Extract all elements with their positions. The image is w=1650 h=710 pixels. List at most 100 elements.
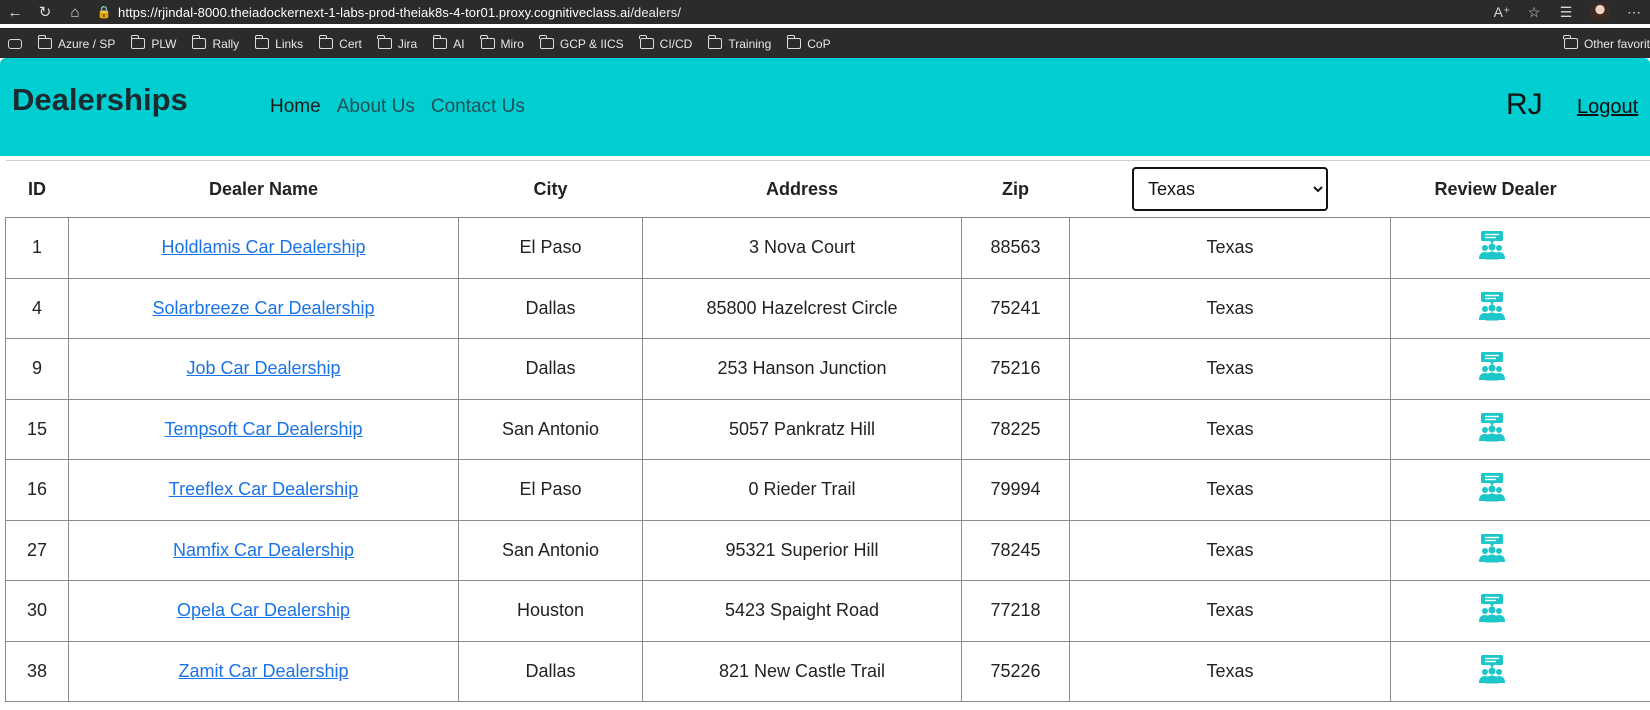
dealers-table: ID Dealer Name City Address Zip Texas Re… (5, 160, 1650, 702)
folder-icon (37, 35, 52, 49)
bookmark-folder[interactable]: Links (254, 35, 304, 51)
cell-zip: 75226 (961, 640, 1070, 702)
bookmark-label: CI/CD (659, 36, 693, 51)
bookmark-label: Links (275, 36, 304, 51)
bookmark-folder[interactable]: Miro (480, 35, 524, 51)
table-row: 38 Zamit Car Dealership Dallas 821 New Cast… (5, 640, 1650, 702)
column-header-zip: Zip (961, 160, 1070, 218)
cell-state: Texas (1069, 459, 1391, 521)
folder-icon (480, 35, 495, 49)
table-row: 4 Solarbreeze Car Dealership Dallas 85800 H… (5, 277, 1650, 339)
favorites-list-icon[interactable]: ☰ (1550, 4, 1582, 21)
bookmark-folder[interactable]: Cert (318, 35, 362, 51)
cell-dealer-name: Namfix Car Dealership (68, 519, 459, 581)
review-people-icon[interactable] (1477, 291, 1507, 326)
column-header-city: City (458, 160, 643, 218)
cell-state: Texas (1069, 217, 1391, 279)
home-icon[interactable]: ⌂ (60, 0, 90, 24)
review-people-icon[interactable] (1477, 593, 1507, 628)
cell-address: 253 Hanson Junction (642, 338, 962, 400)
dealers-table-container: ID Dealer Name City Address Zip Texas Re… (5, 160, 1650, 702)
cell-address: 3 Nova Court (642, 217, 962, 279)
logout-link[interactable]: Logout (1577, 96, 1638, 119)
reload-icon[interactable]: ↻ (30, 0, 60, 24)
favorite-star-icon[interactable]: ☆ (1518, 4, 1550, 21)
nav-contact-us[interactable]: Contact Us (431, 96, 525, 118)
cell-dealer-name: Solarbreeze Car Dealership (68, 277, 459, 339)
review-people-icon[interactable] (1477, 230, 1507, 265)
cell-id: 16 (5, 459, 69, 521)
cell-review (1390, 459, 1650, 521)
review-people-icon[interactable] (1477, 351, 1507, 386)
nav-home[interactable]: Home (270, 96, 321, 118)
cell-city: El Paso (458, 459, 643, 521)
dealer-name-link[interactable]: Holdlamis Car Dealership (161, 237, 365, 257)
table-row: 1 Holdlamis Car Dealership El Paso 3 Nova C… (5, 217, 1650, 279)
dealer-name-link[interactable]: Namfix Car Dealership (173, 540, 354, 560)
folder-icon (707, 35, 723, 49)
cell-city: Dallas (458, 277, 643, 339)
table-row: 9 Job Car Dealership Dallas 253 Hanson Junc… (5, 338, 1650, 400)
back-arrow-icon[interactable]: ← (0, 0, 30, 24)
column-header-id: ID (5, 160, 69, 218)
collections-icon[interactable] (8, 38, 22, 49)
review-people-icon[interactable] (1477, 412, 1507, 447)
bookmark-folder[interactable]: Azure / SP (37, 35, 115, 51)
other-favorites[interactable]: Other favorit (1563, 35, 1650, 51)
lock-icon[interactable]: 🔒 (94, 5, 114, 19)
dealer-name-link[interactable]: Job Car Dealership (186, 358, 340, 378)
cell-id: 4 (5, 277, 69, 339)
review-people-icon[interactable] (1477, 654, 1507, 689)
review-people-icon[interactable] (1477, 533, 1507, 568)
cell-dealer-name: Treeflex Car Dealership (68, 459, 459, 521)
cell-state: Texas (1069, 398, 1391, 460)
bookmark-folder[interactable]: Training (707, 35, 772, 51)
cell-id: 9 (5, 338, 69, 400)
cell-zip: 79994 (961, 459, 1070, 521)
state-filter-select[interactable]: Texas (1132, 167, 1328, 211)
folder-icon (130, 35, 146, 49)
bookmark-folder[interactable]: Rally (191, 35, 239, 51)
cell-state: Texas (1069, 338, 1391, 400)
folder-icon (539, 35, 554, 49)
bookmark-label: PLW (151, 36, 177, 51)
cell-zip: 77218 (961, 580, 1070, 642)
folder-icon (254, 35, 270, 49)
cell-review (1390, 338, 1650, 400)
profile-avatar[interactable] (1590, 2, 1610, 22)
dealer-name-link[interactable]: Opela Car Dealership (177, 600, 350, 620)
bookmark-folder[interactable]: Jira (377, 35, 418, 51)
bookmark-label: Jira (397, 36, 418, 51)
more-menu-icon[interactable]: ⋯ (1618, 4, 1650, 21)
review-people-icon[interactable] (1477, 472, 1507, 507)
cell-id: 27 (5, 519, 69, 581)
bookmark-folder[interactable]: PLW (130, 35, 177, 51)
cell-review (1390, 398, 1650, 460)
user-initials: RJ (1506, 88, 1543, 121)
url-path: /dealers/ (630, 4, 682, 20)
cell-id: 38 (5, 640, 69, 702)
bookmark-folder[interactable]: AI (432, 35, 465, 51)
read-aloud-icon[interactable]: A⁺ (1486, 4, 1518, 21)
dealer-name-link[interactable]: Treeflex Car Dealership (169, 479, 358, 499)
folder-icon (786, 35, 802, 49)
bookmark-folder[interactable]: GCP & IICS (539, 35, 624, 51)
nav-about-us[interactable]: About Us (337, 96, 415, 118)
column-header-state: Texas (1069, 160, 1391, 218)
brand-title[interactable]: Dealerships (12, 82, 188, 118)
bookmark-folder[interactable]: CoP (786, 35, 831, 51)
bookmark-label: Training (728, 36, 772, 51)
cell-zip: 75241 (961, 277, 1070, 339)
cell-zip: 75216 (961, 338, 1070, 400)
folder-icon (318, 35, 334, 49)
dealer-name-link[interactable]: Solarbreeze Car Dealership (152, 298, 374, 318)
app-header: Dealerships Home About Us Contact Us RJ … (0, 58, 1650, 156)
cell-address: 95321 Superior Hill (642, 519, 962, 581)
address-bar[interactable]: https://rjindal-8000.theiadockernext-1-l… (118, 5, 681, 20)
url-host: https://rjindal-8000.theiadockernext-1-l… (118, 4, 631, 20)
bookmark-folder[interactable]: CI/CD (639, 35, 693, 51)
column-header-address: Address (642, 160, 962, 218)
cell-zip: 78245 (961, 519, 1070, 581)
dealer-name-link[interactable]: Tempsoft Car Dealership (164, 419, 362, 439)
dealer-name-link[interactable]: Zamit Car Dealership (178, 661, 348, 681)
